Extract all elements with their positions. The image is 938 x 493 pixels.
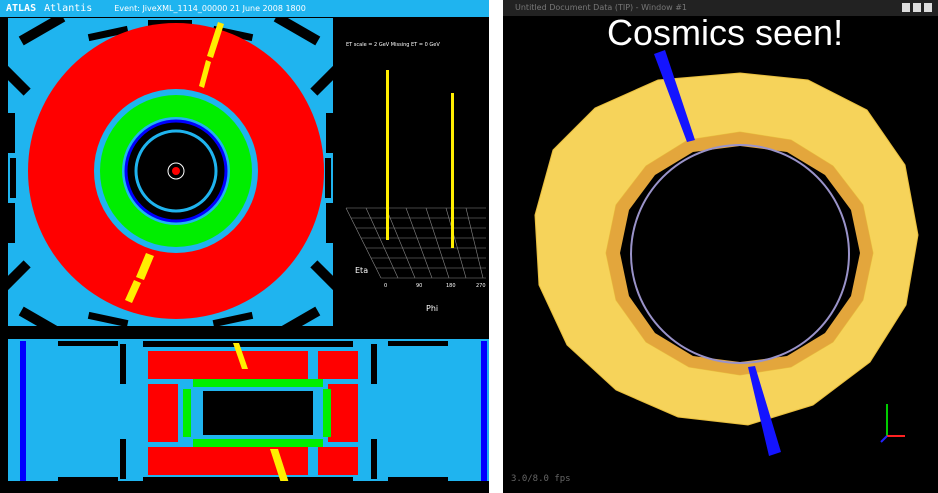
minimize-icon[interactable] bbox=[913, 3, 921, 12]
phi-tick: 180 bbox=[446, 283, 456, 289]
atlantis-title-bar: ATLAS Atlantis Event: JiveXML_1114_00000 2… bbox=[0, 0, 489, 17]
et-towers bbox=[386, 70, 454, 248]
gl-scene[interactable] bbox=[503, 0, 938, 493]
phi-tick: 90 bbox=[416, 283, 423, 289]
gl-viewer-window: Untitled Document Data (TIP) - Window #1… bbox=[503, 0, 938, 493]
app-subtitle: Atlantis bbox=[44, 3, 93, 14]
rz-projection-view[interactable] bbox=[8, 339, 489, 489]
gl-window-title: Untitled Document Data (TIP) - Window #1 bbox=[515, 3, 687, 12]
atlantis-window: ATLAS Atlantis Event: JiveXML_1114_00000 2… bbox=[0, 0, 489, 493]
xy-projection-view[interactable] bbox=[8, 18, 333, 336]
maximize-icon[interactable] bbox=[902, 3, 910, 12]
lego-plot-view[interactable] bbox=[336, 18, 488, 336]
phi-tick: 270 bbox=[476, 283, 486, 289]
interaction-point bbox=[172, 167, 180, 175]
lego-eta-label: Eta bbox=[355, 266, 369, 275]
app-name: ATLAS bbox=[6, 3, 37, 14]
xy-axis-strip bbox=[8, 326, 333, 336]
fps-counter: 3.0/8.0 fps bbox=[511, 474, 571, 484]
cosmics-heading: Cosmics seen! bbox=[607, 12, 844, 53]
phi-tick: 0 bbox=[384, 283, 388, 289]
close-icon[interactable] bbox=[924, 3, 932, 12]
rz-inner-detector bbox=[203, 391, 313, 435]
event-info: Event: JiveXML_1114_00000 21 June 2008 1… bbox=[114, 4, 306, 13]
lego-scale-text: ET scale = 2 GeV Missing ET = 0 GeV bbox=[346, 42, 440, 48]
lego-phi-label: Phi bbox=[426, 304, 439, 313]
